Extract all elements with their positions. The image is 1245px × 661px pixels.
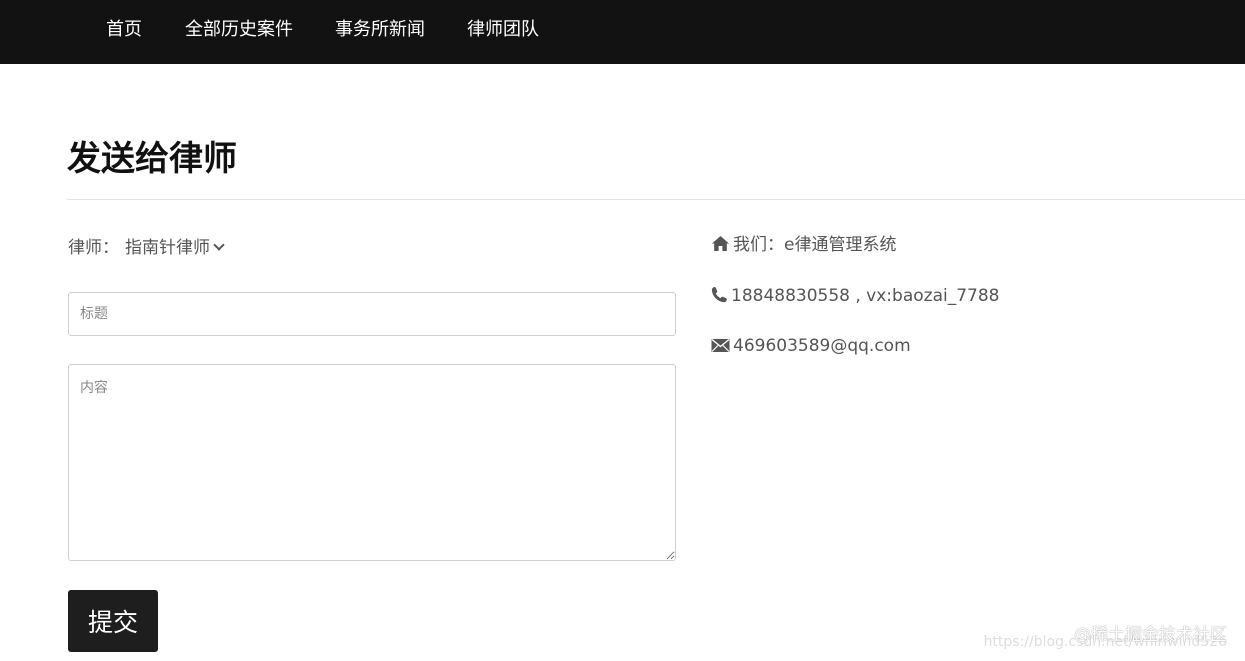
- nav-item-history-cases[interactable]: 全部历史案件: [185, 18, 293, 42]
- about-text: 我们：e律通管理系统: [733, 235, 897, 255]
- nav-item-firm-news[interactable]: 事务所新闻: [335, 18, 425, 42]
- lawyer-label: 律师：: [68, 238, 119, 258]
- contact-email: 469603589@qq.com: [711, 333, 911, 359]
- content-textarea[interactable]: [68, 364, 676, 561]
- phone-icon: [711, 287, 727, 303]
- page-title: 发送给律师: [67, 139, 237, 179]
- nav-item-lawyer-team[interactable]: 律师团队: [467, 18, 539, 42]
- submit-button[interactable]: 提交: [68, 590, 158, 652]
- contact-about: 我们：e律通管理系统: [711, 232, 896, 258]
- chevron-down-icon: [213, 239, 225, 251]
- watermark: @稀土掘金技术社区: [1074, 625, 1227, 645]
- home-icon: [712, 236, 729, 251]
- envelope-icon: [711, 338, 730, 352]
- phone-text: 18848830558 , vx:baozai_7788: [731, 286, 1000, 306]
- nav-item-home[interactable]: 首页: [106, 18, 142, 42]
- lawyer-select[interactable]: 指南针律师: [125, 235, 225, 261]
- title-divider: [67, 199, 1245, 200]
- contact-phone: 18848830558 , vx:baozai_7788: [711, 283, 999, 309]
- email-text: 469603589@qq.com: [733, 336, 911, 356]
- title-input[interactable]: [68, 292, 676, 336]
- top-navbar: 首页 全部历史案件 事务所新闻 律师团队: [0, 0, 1245, 64]
- lawyer-selected-value: 指南针律师: [125, 238, 210, 258]
- lawyer-selector-row: 律师： 指南针律师: [68, 235, 225, 261]
